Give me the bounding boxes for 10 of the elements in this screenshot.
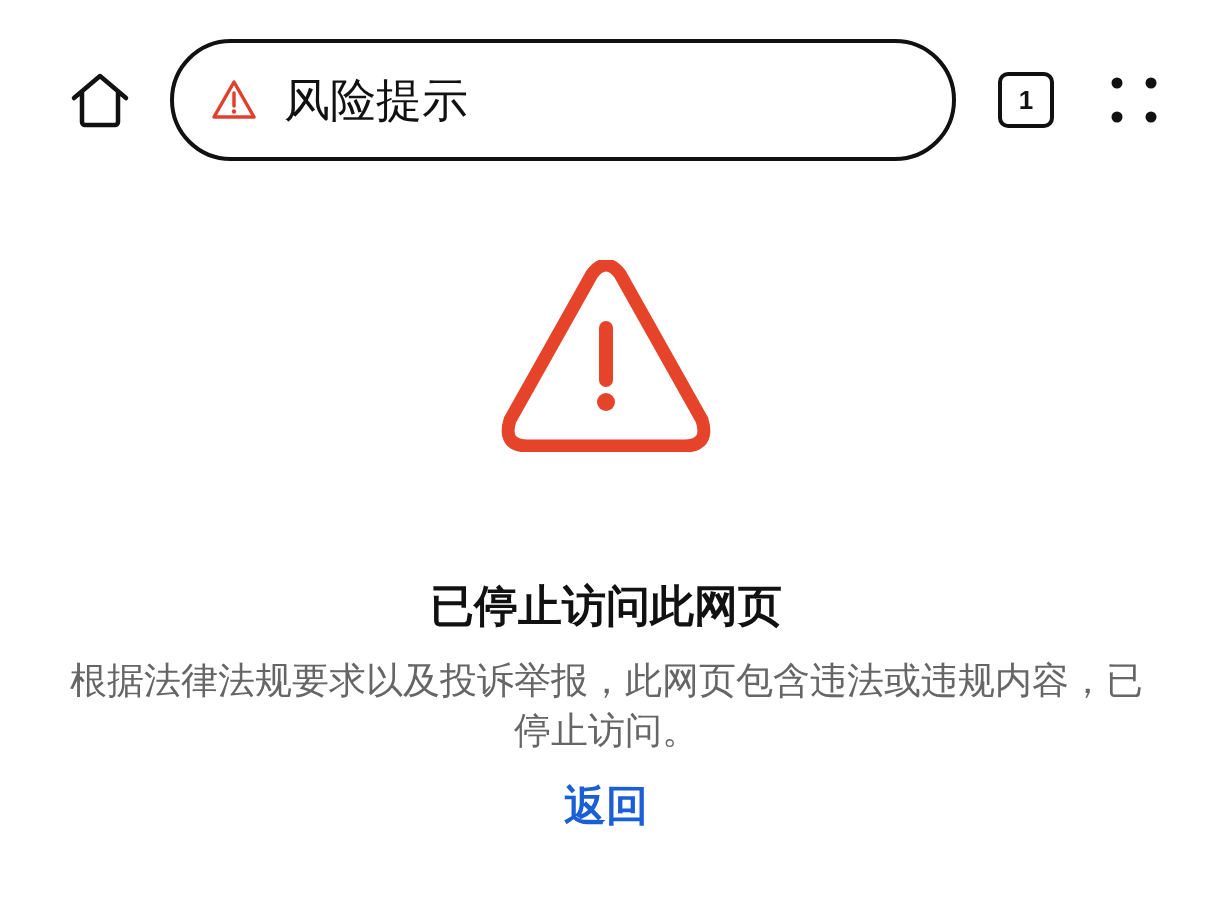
warning-icon [210,78,258,122]
error-title: 已停止访问此网页 [430,580,782,632]
warning-icon [500,260,712,452]
home-icon[interactable] [70,72,130,128]
back-link[interactable]: 返回 [564,778,648,834]
address-bar[interactable]: 风险提示 [170,39,956,161]
page-title: 风险提示 [284,77,468,123]
tab-count-button[interactable]: 1 [998,72,1054,128]
error-message: 根据法律法规要求以及投诉举报，此网页包含违法或违规内容，已停止访问。 [68,659,1144,753]
menu-icon[interactable] [1110,76,1158,124]
